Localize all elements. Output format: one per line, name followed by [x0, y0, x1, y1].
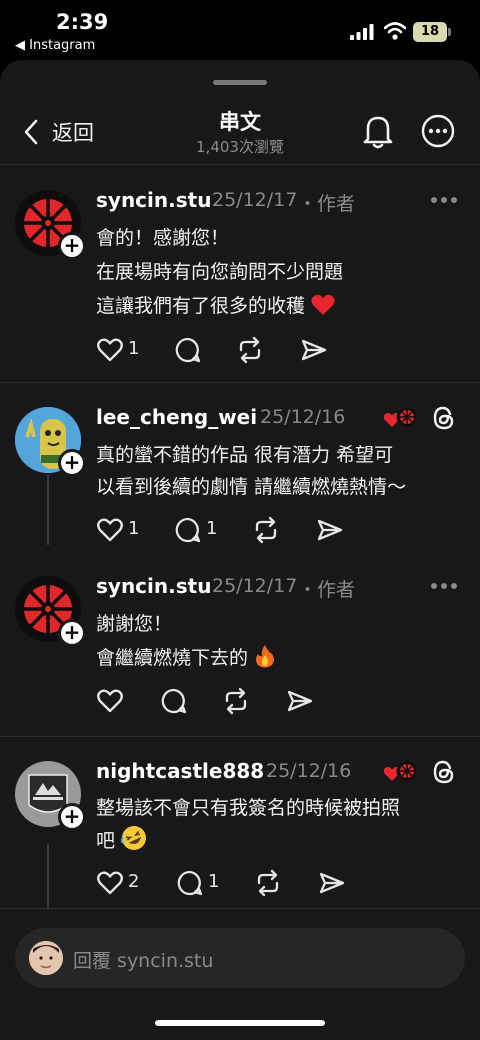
post-username[interactable]: syncin.stu	[96, 574, 211, 598]
author-liked-badge-icon	[383, 760, 418, 782]
follow-plus-button[interactable]: +	[58, 232, 86, 260]
reply-input-bar[interactable]: 回覆 syncin.stu	[15, 928, 465, 988]
post-username[interactable]: syncin.stu	[96, 188, 211, 212]
comment-icon[interactable]	[174, 516, 202, 544]
post-divider	[0, 908, 480, 909]
share-icon[interactable]	[286, 687, 314, 715]
battery-tip	[448, 28, 451, 36]
user-avatar	[29, 941, 63, 975]
heart-icon[interactable]	[96, 687, 124, 715]
back-label: 返回	[52, 121, 94, 145]
share-icon[interactable]	[300, 336, 328, 364]
post-text-line: 整場該不會只有我簽名的時候被拍照	[96, 797, 401, 819]
thread-sheet: 返回 串文 1,403次瀏覽 + syncin.stu 25/12/17 ・作者…	[0, 60, 480, 1040]
sheet-grabber[interactable]	[213, 80, 267, 85]
follow-plus-button[interactable]: +	[58, 449, 86, 477]
status-bar: 2:39 ◀ Instagram 18	[0, 0, 480, 58]
post-text-line: 真的蠻不錯的作品 很有潛力 希望可	[96, 444, 394, 466]
reply-count: 1	[206, 518, 218, 539]
post-text-line: 這讓我們有了很多的收穫	[96, 291, 335, 318]
thread-line	[47, 475, 49, 545]
rofl-emoji-icon	[121, 826, 147, 850]
repost-icon[interactable]	[236, 336, 264, 364]
red-heart-emoji-icon	[311, 294, 335, 315]
post-text-line: 吧	[96, 825, 147, 853]
back-chevron-icon	[24, 119, 38, 145]
post-text-line: 以看到後續的劇情 請繼續燃燒熱情～	[96, 476, 407, 498]
post-username[interactable]: lee_cheng_wei	[96, 405, 257, 429]
comment-icon[interactable]	[176, 869, 204, 897]
repost-icon[interactable]	[254, 869, 282, 897]
page-title: 串文	[219, 110, 261, 134]
post-text-line: 會的！感謝您！	[96, 227, 230, 249]
post-date: 25/12/16	[266, 760, 352, 782]
more-options-icon[interactable]	[421, 114, 455, 148]
share-icon[interactable]	[316, 516, 344, 544]
comment-icon[interactable]	[160, 687, 188, 715]
repost-icon[interactable]	[222, 687, 250, 715]
back-button[interactable]: 返回	[22, 114, 94, 150]
post-divider	[0, 382, 480, 383]
battery-indicator: 18	[413, 22, 447, 42]
threads-icon[interactable]	[431, 759, 457, 785]
post-more-icon[interactable]	[430, 196, 458, 204]
repost-icon[interactable]	[252, 516, 280, 544]
home-indicator[interactable]	[155, 1020, 325, 1026]
header-divider	[0, 164, 480, 165]
share-icon[interactable]	[318, 869, 346, 897]
cellular-signal-icon	[350, 24, 374, 40]
like-count: 2	[128, 871, 140, 892]
like-count: 1	[128, 518, 140, 539]
status-time: 2:39	[56, 10, 109, 34]
reply-placeholder: 回覆 syncin.stu	[73, 950, 214, 972]
post-username[interactable]: nightcastle888	[96, 759, 264, 783]
heart-icon[interactable]	[96, 869, 124, 897]
post-text-line: 會繼續燃燒下去的	[96, 643, 276, 670]
post-text-line: 在展場時有向您詢問不少問題	[96, 261, 344, 283]
author-tag: ・作者	[298, 193, 356, 215]
thread-line	[47, 844, 49, 910]
post-date: 25/12/16	[260, 406, 346, 428]
follow-plus-button[interactable]: +	[58, 803, 86, 831]
post-text-span: 這讓我們有了很多的收穫	[96, 295, 306, 317]
wifi-icon	[384, 22, 406, 40]
fire-emoji-icon	[256, 645, 275, 668]
comment-icon[interactable]	[174, 336, 202, 364]
post-more-icon[interactable]	[430, 582, 458, 590]
post-text-span: 吧	[96, 830, 116, 852]
post-date: 25/12/17	[212, 575, 298, 597]
post-divider	[0, 736, 480, 737]
heart-icon[interactable]	[96, 516, 124, 544]
heart-icon[interactable]	[96, 336, 124, 364]
view-count: 1,403次瀏覽	[196, 138, 284, 156]
user-avatar-icon	[29, 941, 63, 975]
threads-icon[interactable]	[431, 405, 457, 431]
follow-plus-button[interactable]: +	[58, 619, 86, 647]
post-text-line: 謝謝您！	[96, 613, 173, 635]
post-text-span: 會繼續燃燒下去的	[96, 647, 249, 669]
like-count: 1	[128, 338, 140, 359]
post-date: 25/12/17	[212, 189, 298, 211]
reply-count: 1	[208, 871, 220, 892]
author-tag: ・作者	[298, 579, 356, 601]
bell-icon[interactable]	[360, 112, 396, 150]
author-liked-badge-icon	[383, 406, 418, 428]
back-to-app-link[interactable]: ◀ Instagram	[15, 38, 95, 53]
